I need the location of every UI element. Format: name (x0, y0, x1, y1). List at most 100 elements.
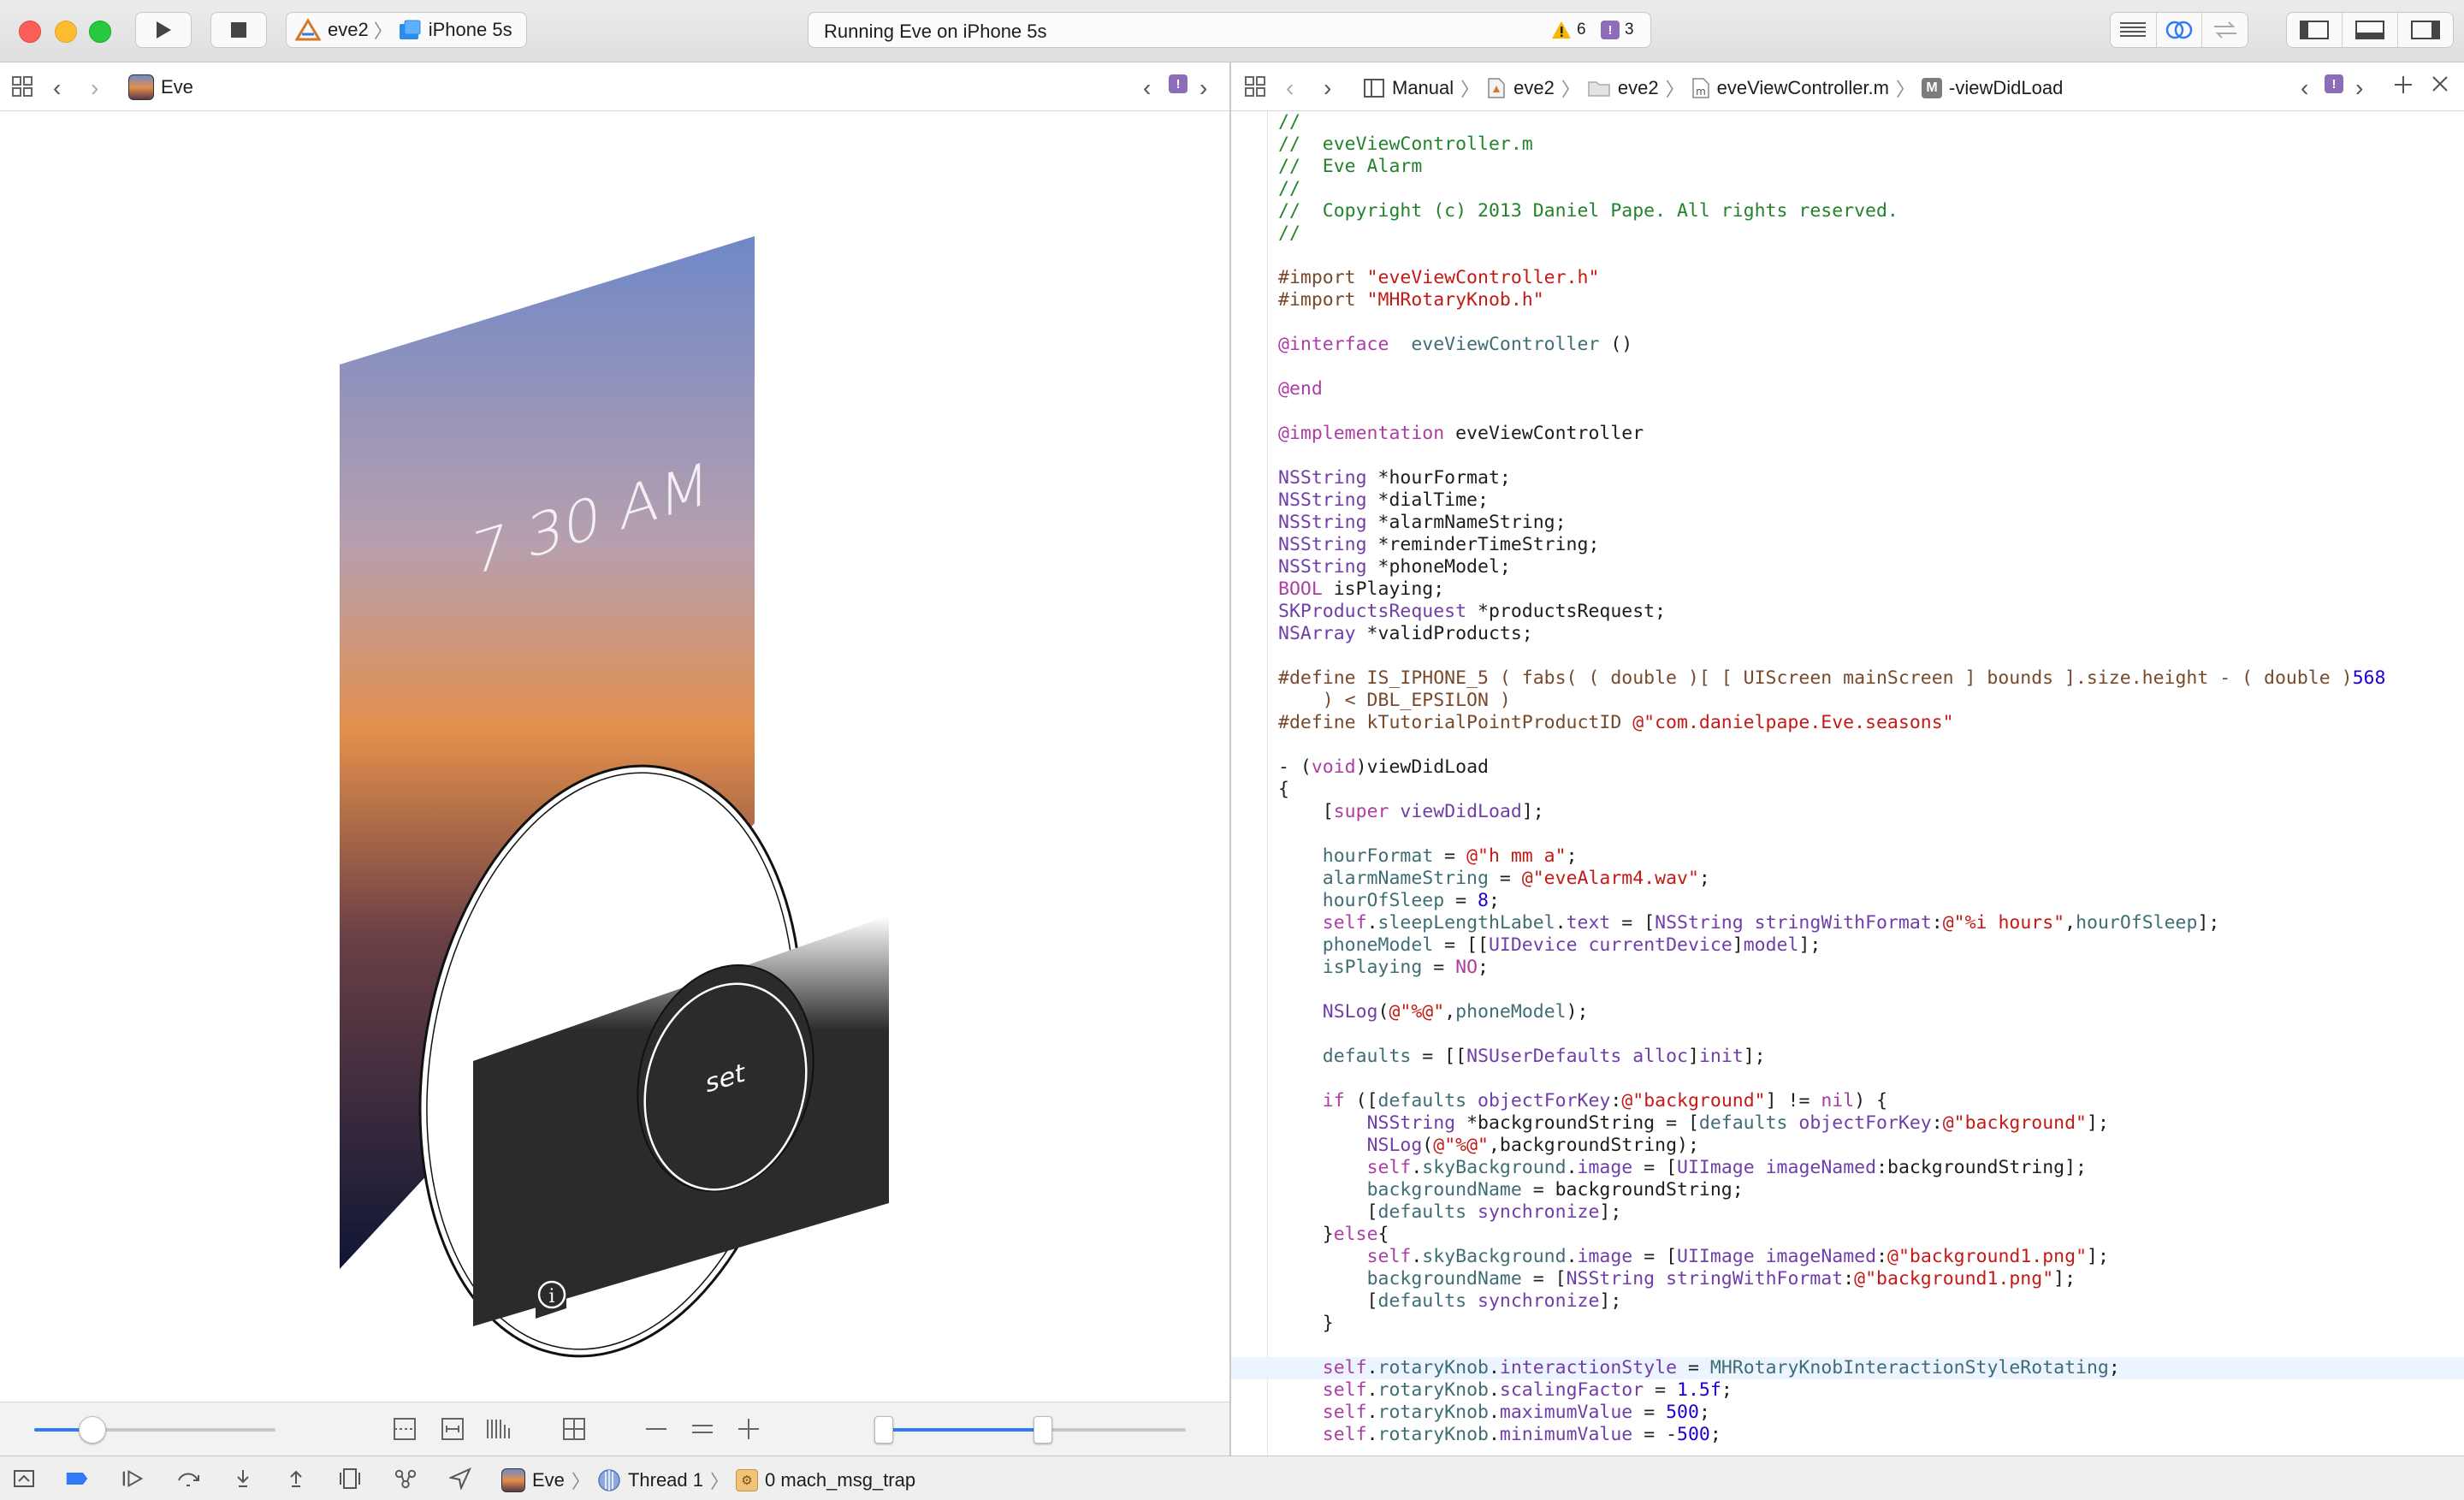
code-line[interactable]: - (void)viewDidLoad (1278, 756, 2464, 779)
hide-debug-area-button[interactable] (12, 1467, 36, 1491)
debug-thread[interactable]: Thread 1 (628, 1469, 703, 1491)
code-line[interactable]: self.skyBackground.image = [UIImage imag… (1278, 1157, 2464, 1179)
continue-button[interactable] (121, 1467, 145, 1491)
code-editor[interactable]: //// eveViewController.m// Eve Alarm////… (1231, 111, 2464, 1456)
zoom-out-button[interactable] (643, 1416, 669, 1446)
info-button[interactable]: i (548, 1286, 554, 1307)
adjust-view-mode-button[interactable] (484, 1416, 513, 1446)
code-line[interactable]: #import "eveViewController.h" (1278, 267, 2464, 289)
code-line[interactable]: self.sleepLengthLabel.text = [NSString s… (1278, 912, 2464, 934)
zoom-actual-button[interactable] (690, 1416, 715, 1446)
debug-process[interactable]: Eve (532, 1469, 565, 1491)
code-line[interactable]: NSLog(@"%@",backgroundString); (1278, 1135, 2464, 1157)
back-button[interactable]: ‹ (53, 74, 61, 102)
code-line[interactable]: // (1278, 178, 2464, 200)
breadcrumb-method[interactable]: -viewDidLoad (1949, 77, 2063, 99)
debug-view-hierarchy-button[interactable] (339, 1467, 363, 1491)
code-line[interactable]: hourOfSleep = 8; (1278, 890, 2464, 912)
code-line[interactable]: phoneModel = [[UIDevice currentDevice]mo… (1278, 934, 2464, 957)
code-line[interactable] (1278, 1068, 2464, 1090)
code-line[interactable] (1278, 1335, 2464, 1357)
run-button[interactable] (135, 12, 192, 48)
zoom-in-button[interactable] (736, 1416, 761, 1446)
code-line[interactable]: NSLog(@"%@",phoneModel); (1278, 1001, 2464, 1023)
debug-area-toggle-button[interactable] (2343, 13, 2398, 47)
zoom-window-button[interactable] (89, 21, 111, 43)
code-line[interactable] (1278, 1023, 2464, 1046)
next-issue-button[interactable]: › (1199, 74, 1207, 102)
code-line[interactable]: NSString *reminderTimeString; (1278, 534, 2464, 556)
simulate-location-button[interactable] (448, 1467, 472, 1491)
code-line[interactable]: // eveViewController.m (1278, 133, 2464, 156)
code-line[interactable]: NSString *dialTime; (1278, 489, 2464, 512)
code-line[interactable]: @interface eveViewController () (1278, 334, 2464, 356)
view-hierarchy-canvas[interactable]: 7 30 AM set i (0, 111, 1229, 1402)
add-editor-button[interactable] (2393, 74, 2414, 95)
code-line[interactable] (1278, 245, 2464, 267)
line-gutter[interactable] (1231, 111, 1268, 1456)
code-line[interactable]: #define kTutorialPointProductID @"com.da… (1278, 712, 2464, 734)
memory-graph-button[interactable] (394, 1467, 418, 1491)
code-line[interactable] (1278, 445, 2464, 467)
code-line[interactable] (1278, 823, 2464, 845)
forward-button[interactable]: › (91, 74, 98, 102)
utilities-toggle-button[interactable] (2398, 13, 2453, 47)
breadcrumb-group[interactable]: eve2 (1618, 77, 1659, 99)
code-line[interactable]: { (1278, 779, 2464, 801)
warning-indicator[interactable]: 6 (1551, 21, 1586, 39)
editor-assistant-button[interactable] (2157, 13, 2203, 47)
code-line[interactable]: @end (1278, 378, 2464, 400)
code-line[interactable] (1278, 311, 2464, 334)
breakpoints-toggle-button[interactable] (65, 1467, 89, 1491)
code-line[interactable]: // Eve Alarm (1278, 156, 2464, 178)
code-line[interactable]: // Copyright (c) 2013 Daniel Pape. All r… (1278, 200, 2464, 222)
code-line[interactable]: self.rotaryKnob.minimumValue = -500; (1278, 1424, 2464, 1446)
code-line[interactable]: SKProductsRequest *productsRequest; (1278, 601, 2464, 623)
close-editor-button[interactable] (2431, 74, 2449, 93)
code-line[interactable]: backgroundName = backgroundString; (1278, 1179, 2464, 1201)
code-line[interactable]: #define IS_IPHONE_5 ( fabs( ( double )[ … (1278, 667, 2464, 690)
code-line[interactable] (1278, 645, 2464, 667)
source-code[interactable]: //// eveViewController.m// Eve Alarm////… (1231, 111, 2464, 1446)
code-line[interactable]: } (1278, 1313, 2464, 1335)
code-line[interactable] (1278, 734, 2464, 756)
breadcrumb-manual[interactable]: Manual (1392, 77, 1454, 99)
range-min-thumb[interactable] (874, 1416, 893, 1444)
close-window-button[interactable] (19, 21, 41, 43)
issue-indicator[interactable]: ! 3 (1601, 21, 1634, 39)
editor-standard-button[interactable] (2111, 13, 2157, 47)
code-line[interactable]: NSString *phoneModel; (1278, 556, 2464, 578)
code-line[interactable]: [defaults synchronize]; (1278, 1201, 2464, 1224)
show-constraints-button[interactable] (440, 1416, 465, 1446)
code-line[interactable] (1278, 356, 2464, 378)
code-line[interactable]: isPlaying = NO; (1278, 957, 2464, 979)
breadcrumb-project[interactable]: eve2 (1513, 77, 1555, 99)
breadcrumb-app[interactable]: Eve (128, 74, 193, 100)
minimize-window-button[interactable] (55, 21, 77, 43)
code-line[interactable]: [defaults synchronize]; (1278, 1290, 2464, 1313)
back-button[interactable]: ‹ (1286, 74, 1294, 102)
slider-thumb[interactable] (79, 1416, 106, 1444)
code-line[interactable]: self.skyBackground.image = [UIImage imag… (1278, 1246, 2464, 1268)
related-items-button[interactable] (10, 74, 34, 98)
code-line[interactable]: [super viewDidLoad]; (1278, 801, 2464, 823)
code-line[interactable]: }else{ (1278, 1224, 2464, 1246)
related-items-button[interactable] (1243, 74, 1267, 98)
code-line[interactable]: self.rotaryKnob.interactionStyle = MHRot… (1231, 1357, 2464, 1379)
step-into-button[interactable] (231, 1467, 255, 1491)
stop-button[interactable] (210, 12, 267, 48)
code-line[interactable]: defaults = [[NSUserDefaults alloc]init]; (1278, 1046, 2464, 1068)
step-over-button[interactable] (176, 1467, 200, 1491)
code-line[interactable]: // (1278, 111, 2464, 133)
code-line[interactable]: BOOL isPlaying; (1278, 578, 2464, 601)
code-line[interactable]: #import "MHRotaryKnob.h" (1278, 289, 2464, 311)
code-line[interactable]: NSString *backgroundString = [defaults o… (1278, 1112, 2464, 1135)
code-line[interactable]: self.rotaryKnob.scalingFactor = 1.5f; (1278, 1379, 2464, 1402)
navigator-toggle-button[interactable] (2287, 13, 2343, 47)
issue-badge[interactable]: ! (2325, 74, 2343, 93)
code-line[interactable]: NSArray *validProducts; (1278, 623, 2464, 645)
code-line[interactable]: if ([defaults objectForKey:@"background"… (1278, 1090, 2464, 1112)
code-line[interactable]: alarmNameString = @"eveAlarm4.wav"; (1278, 868, 2464, 890)
forward-button[interactable]: › (1324, 74, 1331, 102)
orient-button[interactable] (561, 1416, 587, 1446)
